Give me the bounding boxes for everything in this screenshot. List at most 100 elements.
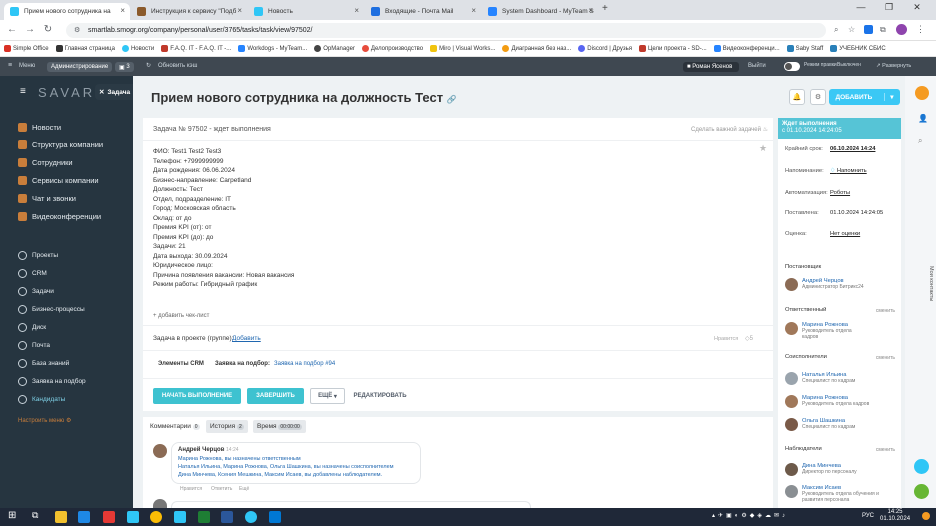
bookmark[interactable]: УЧЕБНИК СБИС bbox=[830, 45, 886, 52]
tab-comments[interactable]: Комментарии 0 bbox=[146, 420, 204, 433]
system-tray-icons[interactable]: ▴✈▣◐⚙◆◈☁✉♪ bbox=[712, 512, 788, 519]
bookmark[interactable]: Miro | Visual Works... bbox=[430, 45, 495, 52]
language-indicator[interactable]: РУС bbox=[862, 513, 874, 519]
word-icon[interactable] bbox=[221, 511, 233, 523]
app-icon[interactable] bbox=[174, 511, 186, 523]
counter-badge[interactable]: ▣ 3 bbox=[115, 62, 134, 72]
bookmark[interactable]: Новости bbox=[121, 45, 154, 52]
file-explorer-icon[interactable] bbox=[55, 511, 67, 523]
tab-history[interactable]: История 2 bbox=[206, 420, 248, 433]
edit-mode-toggle[interactable] bbox=[784, 62, 800, 71]
settings-button[interactable]: ⚙ bbox=[810, 89, 826, 105]
notifications-bell-button[interactable]: 🔔 bbox=[789, 89, 805, 105]
comment-author[interactable]: Андрей Черцов bbox=[178, 447, 224, 453]
menu-item-services[interactable]: Сервисы компании bbox=[18, 176, 99, 185]
menu-item-candidates[interactable]: Кандидаты bbox=[18, 395, 65, 404]
accomplice[interactable]: Ольга Шашкина Специалист по кадрам bbox=[785, 418, 855, 431]
excel-icon[interactable] bbox=[198, 511, 210, 523]
reload-icon[interactable]: ↻ bbox=[42, 24, 54, 35]
edit-task-button[interactable]: РЕДАКТИРОВАТЬ bbox=[347, 388, 413, 404]
link-icon[interactable]: 🔗 bbox=[447, 95, 457, 104]
like-label[interactable]: Нравится bbox=[714, 336, 738, 342]
menu-item-crm[interactable]: CRM bbox=[18, 269, 47, 278]
browser-tab[interactable]: Новость × bbox=[248, 3, 364, 20]
bookmark[interactable]: Saby Staff bbox=[786, 45, 823, 52]
user-menu[interactable]: ■ Роман Ясенов bbox=[683, 62, 739, 72]
app-icon[interactable] bbox=[103, 511, 115, 523]
refresh-icon[interactable]: ↻ bbox=[146, 62, 151, 69]
outlook-icon[interactable] bbox=[269, 511, 281, 523]
bookmark[interactable]: Simple Office bbox=[4, 45, 49, 52]
contacts-label[interactable]: Мои контакты bbox=[908, 266, 934, 301]
bookmark[interactable]: Видеоконференци... bbox=[713, 45, 780, 52]
browser-tab[interactable]: System Dashboard - MyTeam S × bbox=[482, 3, 598, 20]
chrome-icon[interactable] bbox=[150, 511, 162, 523]
menu-item-videoconf[interactable]: Видеоконференции bbox=[18, 212, 101, 221]
add-project-link[interactable]: Добавить bbox=[232, 335, 261, 342]
like-comment-link[interactable]: Нравится bbox=[180, 486, 202, 492]
reminder-link[interactable]: ♢ Напомнить bbox=[830, 168, 867, 174]
creator[interactable]: Андрей Черцов Администратор Битрикс24 bbox=[785, 278, 864, 291]
search-icon[interactable]: ⌕ bbox=[918, 136, 922, 146]
app-icon[interactable] bbox=[245, 511, 257, 523]
change-accomplices-link[interactable]: сменить bbox=[876, 355, 895, 361]
comment-input[interactable] bbox=[171, 501, 531, 508]
bookmark[interactable]: Главная страница bbox=[55, 45, 115, 52]
auditor[interactable]: Максим Исаев Руководитель отдела обучения… bbox=[785, 485, 892, 503]
admin-button[interactable]: Администрирование bbox=[47, 62, 113, 72]
deadline-value[interactable]: 06.10.2024 14:24 bbox=[830, 146, 875, 152]
menu-item-mail[interactable]: Почта bbox=[18, 341, 50, 350]
menu-item-projects[interactable]: Проекты bbox=[18, 251, 58, 260]
menu-item-bizproc[interactable]: Бизнес-процессы bbox=[18, 305, 85, 314]
auditor[interactable]: Дина Минчева Директор по персоналу bbox=[785, 463, 857, 476]
close-tab-icon[interactable]: × bbox=[588, 6, 593, 15]
reply-link[interactable]: Ответить bbox=[211, 486, 232, 492]
settings-menu-link[interactable]: Настроить меню ⚙ bbox=[18, 417, 71, 424]
change-auditors-link[interactable]: сменить bbox=[876, 447, 895, 453]
app-icon[interactable] bbox=[78, 511, 90, 523]
robots-link[interactable]: Роботы bbox=[830, 190, 850, 196]
responsible[interactable]: Марина Рожнова Руководитель отдела кадров bbox=[785, 322, 862, 340]
maximize-icon[interactable]: ❐ bbox=[876, 2, 902, 13]
browser-tab[interactable]: Входящие - Почта Mail × bbox=[365, 3, 481, 20]
tab-time[interactable]: Время 00:00:00 bbox=[253, 420, 306, 433]
zoom-icon[interactable]: ⌕ bbox=[834, 25, 838, 35]
menu-item-structure[interactable]: Структура компании bbox=[18, 140, 103, 149]
finish-task-button[interactable]: ЗАВЕРШИТЬ bbox=[247, 388, 304, 404]
url-input[interactable]: ⚙ smartlab.smogr.org/company/personal/us… bbox=[66, 23, 826, 38]
notification-icon[interactable] bbox=[922, 512, 930, 520]
start-task-button[interactable]: НАЧАТЬ ВЫПОЛНЕНИЕ bbox=[153, 388, 241, 404]
user-search-icon[interactable]: 👤 bbox=[918, 114, 928, 123]
bookmark[interactable]: Диагранная без наз... bbox=[502, 45, 571, 52]
call-icon[interactable] bbox=[914, 484, 929, 499]
accomplice[interactable]: Марина Рожнова Руководитель отдела кадров bbox=[785, 395, 869, 408]
close-tab-icon[interactable]: × bbox=[471, 6, 476, 15]
add-button[interactable]: ДОБАВИТЬ ▾ bbox=[829, 89, 900, 105]
extension-icon[interactable] bbox=[864, 25, 873, 34]
notification-icon[interactable] bbox=[915, 86, 929, 100]
minimize-icon[interactable]: — bbox=[848, 2, 874, 12]
menu-item-tasks[interactable]: Задачи bbox=[18, 287, 54, 296]
rating-value[interactable]: Нет оценки bbox=[830, 231, 860, 237]
task-view-icon[interactable]: ⧉ bbox=[32, 510, 44, 522]
more-link[interactable]: Ещё bbox=[239, 486, 249, 492]
close-window-icon[interactable]: ✕ bbox=[904, 2, 930, 13]
logout-link[interactable]: Выйти bbox=[748, 63, 766, 69]
menu-icon[interactable]: ≡ bbox=[8, 62, 12, 69]
add-checklist-link[interactable]: + добавить чек-лист bbox=[153, 313, 209, 319]
clock[interactable]: 14:25 01.10.2024 bbox=[880, 509, 910, 523]
menu-item-requests[interactable]: Заявка на подбор bbox=[18, 377, 86, 386]
menu-item-chat[interactable]: Чат и звонки bbox=[18, 194, 76, 203]
bookmark[interactable]: F.A.Q. IT - F.A.Q. IT -... bbox=[161, 45, 231, 52]
make-important-link[interactable]: Сделать важной задачей ♨ bbox=[691, 126, 768, 133]
bookmark[interactable]: Discord | Друзья bbox=[578, 45, 632, 52]
live-chat-icon[interactable] bbox=[914, 459, 929, 474]
menu-item-news[interactable]: Новости bbox=[18, 123, 61, 132]
favorite-star-icon[interactable]: ★ bbox=[759, 143, 767, 154]
slider-close-tab[interactable]: ✕ Задача bbox=[95, 84, 133, 100]
more-button[interactable]: ЕЩЁ ▾ bbox=[310, 388, 345, 404]
browser-tab[interactable]: Прием нового сотрудника на × bbox=[4, 3, 130, 20]
windows-start-icon[interactable]: ⊞ bbox=[8, 510, 20, 522]
new-tab-icon[interactable]: + bbox=[602, 3, 608, 14]
extensions-icon[interactable]: ⧉ bbox=[880, 25, 886, 35]
